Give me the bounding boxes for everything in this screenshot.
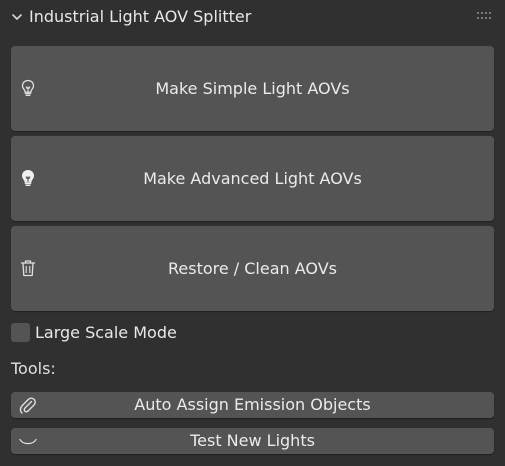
make-advanced-light-aovs-label: Make Advanced Light AOVs [143, 169, 362, 188]
tools-heading: Tools: [11, 359, 56, 378]
restore-clean-aovs-label: Restore / Clean AOVs [167, 259, 338, 278]
make-simple-light-aovs-button[interactable]: Make Simple Light AOVs [11, 46, 494, 131]
large-scale-mode-checkbox[interactable] [11, 323, 30, 342]
drag-grip-icon[interactable] [477, 12, 493, 20]
restore-clean-aovs-button[interactable]: Restore / Clean AOVs [11, 226, 494, 311]
large-scale-mode-label: Large Scale Mode [35, 323, 177, 342]
test-new-lights-button[interactable]: Test New Lights [11, 428, 494, 454]
auto-assign-emission-objects-button[interactable]: Auto Assign Emission Objects [11, 392, 494, 418]
make-simple-light-aovs-label: Make Simple Light AOVs [155, 79, 350, 98]
test-new-lights-label: Test New Lights [190, 431, 315, 450]
large-scale-mode-checkbox-row[interactable]: Large Scale Mode [11, 322, 311, 344]
panel-title: Industrial Light AOV Splitter [29, 7, 252, 26]
chevron-down-icon[interactable] [11, 11, 23, 23]
make-advanced-light-aovs-button[interactable]: Make Advanced Light AOVs [11, 136, 494, 221]
aov-splitter-panel: Industrial Light AOV Splitter Make Simpl… [0, 0, 505, 466]
panel-header[interactable]: Industrial Light AOV Splitter [0, 0, 505, 33]
auto-assign-emission-objects-label: Auto Assign Emission Objects [134, 395, 371, 414]
